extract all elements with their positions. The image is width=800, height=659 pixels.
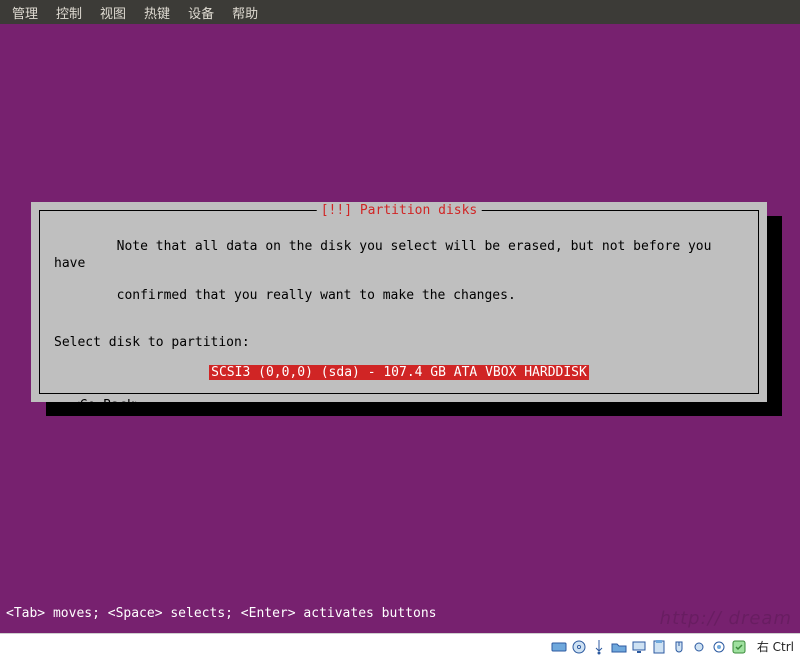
display-icon[interactable] bbox=[631, 639, 647, 655]
go-back-button[interactable]: <Go Back> bbox=[72, 398, 744, 413]
disk-icon[interactable] bbox=[551, 639, 567, 655]
dialog-warning: Note that all data on the disk you selec… bbox=[54, 223, 744, 321]
navigation-hint: <Tab> moves; <Space> selects; <Enter> ac… bbox=[0, 606, 800, 625]
partition-dialog: [!!] Partition disks Note that all data … bbox=[31, 202, 767, 402]
mouse-icon[interactable] bbox=[671, 639, 687, 655]
menu-help[interactable]: 帮助 bbox=[232, 3, 258, 22]
host-menubar: 管理 控制 视图 热键 设备 帮助 bbox=[0, 0, 800, 24]
settings-icon[interactable] bbox=[711, 639, 727, 655]
folder-icon[interactable] bbox=[611, 639, 627, 655]
dialog-title: [!!] Partition disks bbox=[317, 203, 482, 218]
disk-option[interactable]: SCSI3 (0,0,0) (sda) - 107.4 GB ATA VBOX … bbox=[209, 365, 589, 380]
menu-manage[interactable]: 管理 bbox=[12, 3, 38, 22]
cd-icon[interactable] bbox=[571, 639, 587, 655]
record-icon[interactable] bbox=[691, 639, 707, 655]
host-statusbar: 右 Ctrl bbox=[0, 633, 800, 659]
dialog-frame: [!!] Partition disks Note that all data … bbox=[39, 210, 759, 394]
usb-icon[interactable] bbox=[591, 639, 607, 655]
menu-hotkeys[interactable]: 热键 bbox=[144, 3, 170, 22]
menu-control[interactable]: 控制 bbox=[56, 3, 82, 22]
power-icon[interactable] bbox=[731, 639, 747, 655]
hostkey-label: 右 Ctrl bbox=[757, 638, 794, 655]
clipboard-icon[interactable] bbox=[651, 639, 667, 655]
menu-view[interactable]: 视图 bbox=[100, 3, 126, 22]
disk-option-row: SCSI3 (0,0,0) (sda) - 107.4 GB ATA VBOX … bbox=[54, 365, 744, 380]
guest-screen: [!!] Partition disks Note that all data … bbox=[0, 24, 800, 633]
select-disk-label: Select disk to partition: bbox=[54, 335, 744, 351]
menu-devices[interactable]: 设备 bbox=[188, 3, 214, 22]
